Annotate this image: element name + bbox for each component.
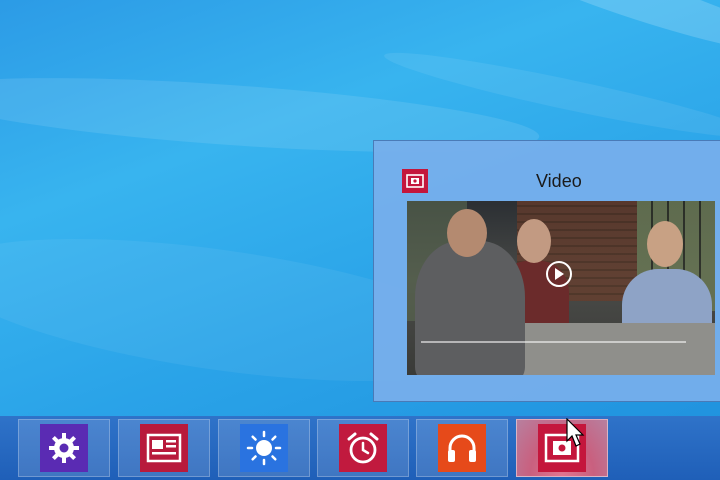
alarms-app-icon — [339, 424, 387, 472]
play-icon[interactable] — [546, 261, 572, 287]
preview-title: Video — [536, 171, 582, 191]
music-app-icon — [438, 424, 486, 472]
taskbar-alarms-button[interactable] — [317, 419, 409, 477]
video-thumbnail[interactable] — [407, 201, 715, 375]
weather-app-icon — [240, 424, 288, 472]
news-app-icon — [140, 424, 188, 472]
taskbar-weather-button[interactable] — [218, 419, 310, 477]
mouse-cursor-icon — [566, 417, 586, 448]
taskbar-music-button[interactable] — [416, 419, 508, 477]
settings-app-icon — [40, 424, 88, 472]
taskbar-settings-button[interactable] — [18, 419, 110, 477]
taskbar-video-button[interactable] — [516, 419, 608, 477]
taskbar-news-button[interactable] — [118, 419, 210, 477]
wallpaper-streak — [481, 0, 720, 69]
taskbar-thumbnail-preview[interactable]: Video — [373, 140, 720, 402]
video-app-icon — [402, 169, 428, 193]
taskbar — [0, 416, 720, 480]
video-progress-bar[interactable] — [421, 341, 686, 343]
